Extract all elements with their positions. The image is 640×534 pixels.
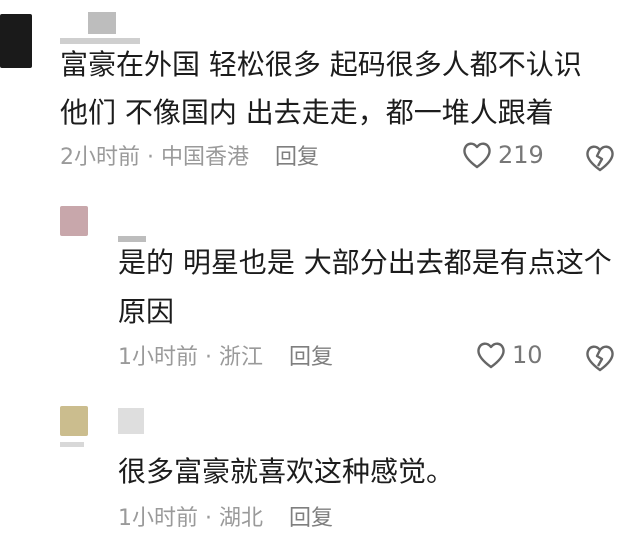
broken-heart-icon [586,345,614,372]
heart-outline-icon [463,142,491,169]
comment-meta: 2小时前 · 中国香港 回复 [60,143,319,173]
meta-separator: · [198,345,219,370]
like-count: 10 [512,341,543,369]
username-blurred[interactable] [118,408,144,434]
heart-outline-icon [477,342,505,369]
dislike-button[interactable] [585,144,615,176]
comment-text-line: 是的 明星也是 大部分出去都是有点这个 [118,246,612,279]
broken-heart-icon [586,145,614,172]
like-button[interactable]: 10 [476,341,543,369]
like-count: 219 [498,141,544,169]
comment-meta: 1小时前 · 湖北 回复 [118,504,333,534]
user-avatar[interactable] [60,406,88,436]
comment-time: 1小时前 [118,506,198,531]
comment-location: 浙江 [218,345,263,370]
user-avatar[interactable] [60,206,88,236]
comment-location: 中国香港 [160,145,249,170]
comment-text-line: 富豪在外国 轻松很多 起码很多人都不认识 [60,48,582,81]
username-blurred[interactable] [60,442,84,447]
comment-meta: 1小时前 · 浙江 回复 [118,343,333,373]
comment-location: 湖北 [218,506,263,531]
dislike-button[interactable] [585,344,615,376]
like-button[interactable]: 219 [462,141,544,169]
comment-time: 2小时前 [60,145,140,170]
reply-button[interactable]: 回复 [275,145,319,170]
comment-time: 1小时前 [118,345,198,370]
reply-button[interactable]: 回复 [289,345,333,370]
meta-separator: · [198,506,219,531]
reply-button[interactable]: 回复 [289,506,333,531]
username-blurred[interactable] [88,12,116,34]
user-avatar[interactable] [0,14,32,68]
comment-text-line: 原因 [118,295,175,328]
comment-text-line: 他们 不像国内 出去走走，都一堆人跟着 [60,96,554,129]
meta-separator: · [140,145,161,170]
comment-text-line: 很多富豪就喜欢这种感觉。 [118,455,455,488]
